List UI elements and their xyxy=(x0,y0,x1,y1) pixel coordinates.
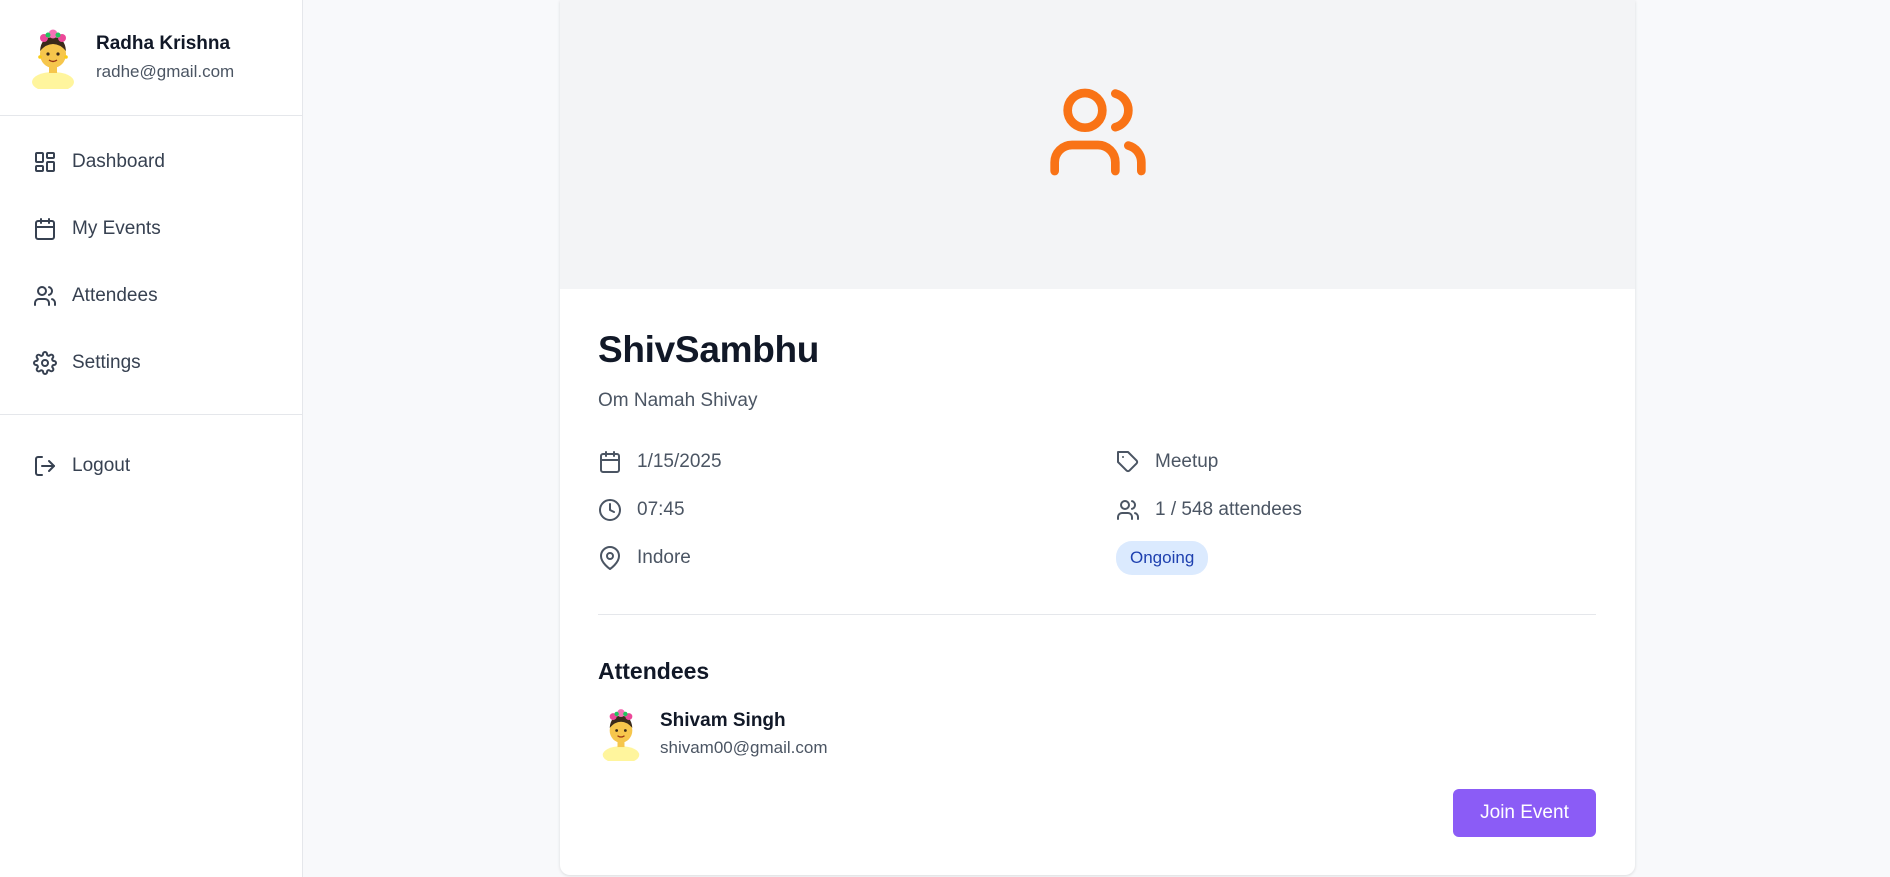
map-pin-icon xyxy=(600,546,620,570)
users-icon xyxy=(1049,88,1146,176)
join-event-button[interactable]: Join Event xyxy=(1453,789,1596,837)
sidebar-item-label: Attendees xyxy=(72,284,158,306)
user-profile: Radha Krishna radhe@gmail.com xyxy=(0,0,302,116)
event-description: Om Namah Shivay xyxy=(598,390,758,411)
event-banner xyxy=(560,0,1635,289)
event-attendance: 1 / 548 attendees xyxy=(1116,486,1516,534)
status-badge: Ongoing xyxy=(1116,541,1209,575)
divider xyxy=(598,614,1596,615)
attendees-heading: Attendees xyxy=(598,658,710,684)
sidebar-item-label: Dashboard xyxy=(72,150,165,172)
calendar-icon xyxy=(600,451,620,473)
event-details: 1/15/2025 Meetup 07:45 1 / 548 attendees… xyxy=(598,438,1596,582)
user-email: radhe@gmail.com xyxy=(96,62,235,81)
event-category: Meetup xyxy=(1116,438,1516,486)
event-date-text: 1/15/2025 xyxy=(637,451,722,472)
event-date: 1/15/2025 xyxy=(598,438,1116,486)
event-status: Ongoing xyxy=(1116,534,1516,582)
attendee-email: shivam00@gmail.com xyxy=(660,738,828,757)
sidebar-item-attendees[interactable]: Attendees xyxy=(0,262,302,329)
sidebar-item-label: My Events xyxy=(72,217,161,239)
logout-label: Logout xyxy=(72,454,131,476)
event-title: ShivSambhu xyxy=(598,329,820,370)
gear-icon xyxy=(33,350,57,375)
sidebar-nav: Dashboard My Events Attendees Settings xyxy=(0,116,302,415)
tag-icon xyxy=(1117,451,1139,473)
event-location: Indore xyxy=(598,534,1116,582)
sidebar-item-label: Settings xyxy=(72,351,141,373)
user-name: Radha Krishna xyxy=(96,33,231,54)
attendee-name: Shivam Singh xyxy=(660,710,786,731)
sidebar-item-settings[interactable]: Settings xyxy=(0,329,302,396)
users-icon xyxy=(34,285,56,306)
event-category-text: Meetup xyxy=(1155,451,1219,472)
dashboard-icon xyxy=(35,151,55,172)
event-attendance-text: 1 / 548 attendees xyxy=(1155,499,1302,520)
users-icon xyxy=(1117,500,1139,520)
logout-icon xyxy=(35,455,55,476)
calendar-icon xyxy=(35,217,55,240)
event-location-text: Indore xyxy=(637,547,691,568)
event-time: 07:45 xyxy=(598,486,1116,534)
event-time-text: 07:45 xyxy=(637,499,685,520)
sidebar-item-dashboard[interactable]: Dashboard xyxy=(0,128,302,195)
avatar-icon xyxy=(602,709,640,761)
avatar-icon xyxy=(32,29,74,89)
event-card: ShivSambhu Om Namah Shivay 1/15/2025 Mee… xyxy=(560,0,1635,875)
clock-icon xyxy=(599,499,621,521)
sidebar-item-my-events[interactable]: My Events xyxy=(0,195,302,262)
sidebar: Radha Krishna radhe@gmail.com Dashboard … xyxy=(0,0,303,877)
logout-button[interactable]: Logout xyxy=(0,432,302,499)
attendee-item: Shivam Singh shivam00@gmail.com xyxy=(598,707,1596,761)
event-content: ShivSambhu Om Namah Shivay 1/15/2025 Mee… xyxy=(560,289,1635,875)
